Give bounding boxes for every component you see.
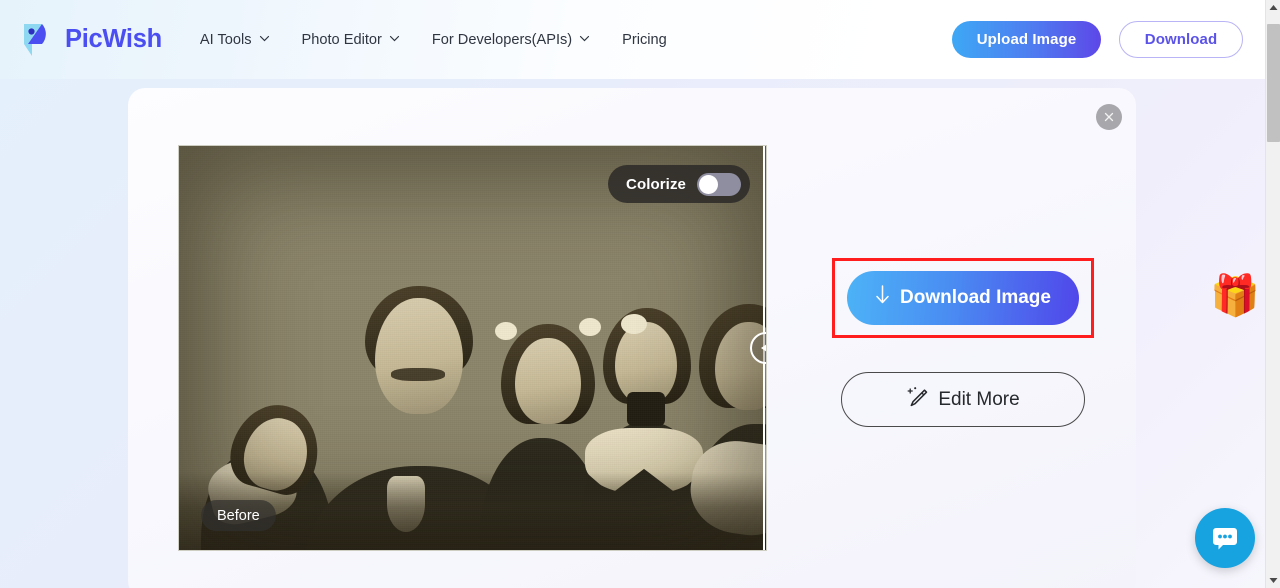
- scroll-down-arrow-icon[interactable]: [1266, 573, 1280, 588]
- colorize-label: Colorize: [626, 175, 686, 193]
- download-nav-button[interactable]: Download: [1119, 21, 1243, 58]
- nav-item-label: AI Tools: [199, 31, 252, 48]
- photo-grain: [179, 146, 766, 550]
- main-nav: AI Tools Photo Editor For Developers(API…: [184, 24, 683, 56]
- edit-more-label: Edit More: [938, 388, 1020, 410]
- nav-item-ai-tools[interactable]: AI Tools: [184, 24, 286, 56]
- logo-text: PicWish: [65, 25, 162, 53]
- header-actions: Upload Image Download: [952, 21, 1243, 58]
- triangle-left-icon: [760, 342, 766, 354]
- nav-item-photo-editor[interactable]: Photo Editor: [286, 24, 416, 56]
- colorize-toggle[interactable]: Colorize: [608, 165, 750, 203]
- upload-image-button[interactable]: Upload Image: [952, 21, 1101, 58]
- result-card: Colorize Before Download Image Edit More: [128, 88, 1136, 588]
- nav-item-label: For Developers(APIs): [431, 31, 573, 48]
- download-highlight-box: Download Image: [831, 258, 1094, 338]
- gift-box-icon[interactable]: 🎁: [1210, 272, 1260, 320]
- close-icon[interactable]: [1096, 104, 1122, 130]
- photo-canvas: [179, 146, 766, 550]
- picwish-bird-logo-icon: [20, 21, 56, 58]
- chevron-down-icon: [579, 33, 590, 44]
- download-image-button[interactable]: Download Image: [846, 271, 1079, 325]
- chevron-down-icon: [259, 33, 270, 44]
- download-arrow-icon: [874, 285, 891, 311]
- scroll-up-arrow-icon[interactable]: [1266, 0, 1280, 15]
- chevron-down-icon: [389, 33, 400, 44]
- logo[interactable]: PicWish: [20, 21, 162, 58]
- before-badge: Before: [201, 500, 276, 531]
- chat-bubble-icon[interactable]: [1195, 508, 1255, 568]
- scrollbar-thumb[interactable]: [1267, 24, 1280, 142]
- page-scrollbar[interactable]: [1265, 0, 1280, 588]
- colorize-switch-knob: [699, 174, 718, 194]
- action-column: Download Image Edit More: [831, 258, 1094, 427]
- image-preview[interactable]: Colorize Before: [178, 145, 767, 551]
- site-header: PicWish AI Tools Photo Editor For Develo…: [0, 0, 1265, 79]
- colorize-switch[interactable]: [697, 172, 741, 196]
- nav-item-for-developers[interactable]: For Developers(APIs): [416, 24, 606, 56]
- nav-item-label: Pricing: [622, 31, 667, 48]
- nav-item-label: Photo Editor: [301, 31, 382, 48]
- edit-more-button[interactable]: Edit More: [840, 372, 1085, 427]
- magic-pencil-icon: [905, 385, 929, 415]
- download-image-label: Download Image: [900, 287, 1051, 308]
- nav-item-pricing[interactable]: Pricing: [606, 24, 683, 56]
